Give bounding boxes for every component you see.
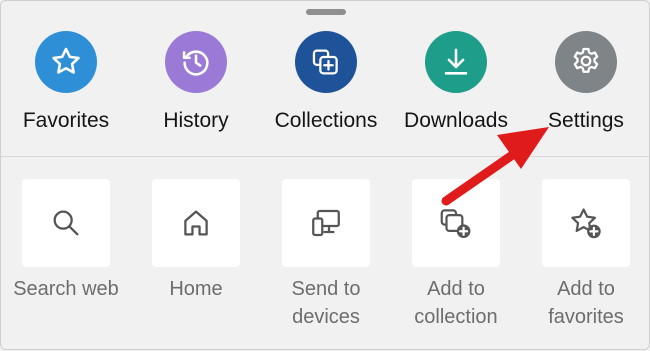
annotation-arrow <box>441 127 549 206</box>
bottom-sheet-menu: Favorites History Collections Downloads … <box>0 0 650 350</box>
